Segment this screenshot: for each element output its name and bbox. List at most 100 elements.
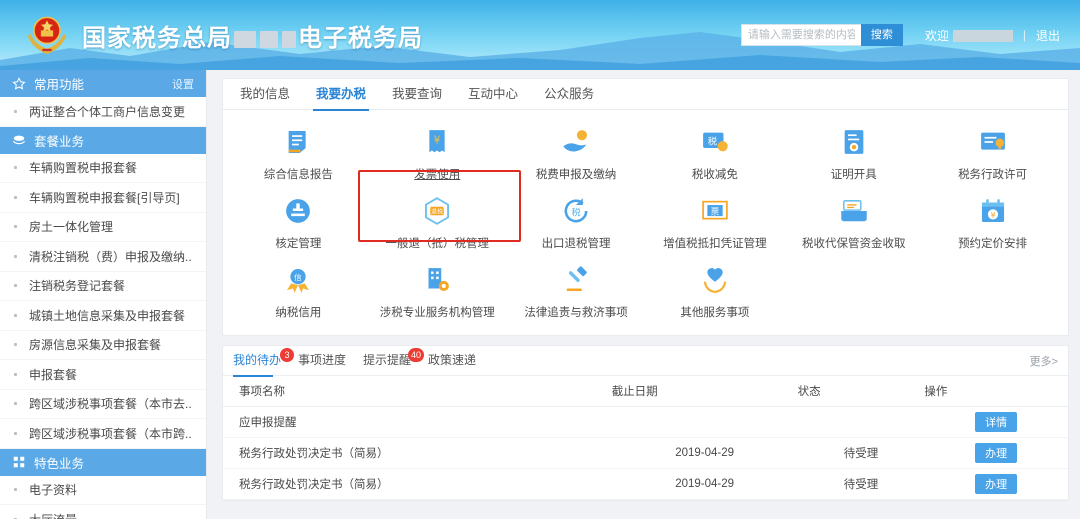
todo-tab-my-todo[interactable]: 我的待办 3 [233,346,295,377]
cell-name: 税务行政处罚决定书（简易） [223,468,612,500]
column-header-date: 截止日期 [611,376,798,407]
export-refund-icon: 税 [564,198,588,223]
sidebar-item[interactable]: 房土一体化管理 [0,212,206,242]
sidebar-item-label: 清税注销税（费）申报及缴纳.. [29,249,192,264]
service-tile-grid: 综合信息报告 ¥ 发票使用 税费申报及缴纳 税 税收减免 证明开具 税务行政许可… [223,110,1068,335]
cell-status: 待受理 [797,468,925,500]
todo-tab-policy[interactable]: 政策速递 [428,346,476,376]
welcome-label: 欢迎 [924,28,949,43]
sidebar-settings-link[interactable]: 设置 [172,76,194,92]
sidebar-item-label: 两证整合个体工商户信息变更 [29,104,186,119]
todo-tab-reminders[interactable]: 提示提醒 40 [363,346,425,376]
gavel-icon [566,266,587,292]
tile-label: 核定管理 [275,238,322,250]
page-body: 常用功能 设置 两证整合个体工商户信息变更 套餐业务 车辆购置税申报套餐 车辆购… [0,70,1080,519]
sidebar-item[interactable]: 申报套餐 [0,360,206,390]
cell-name: 应申报提醒 [223,406,612,438]
bullet-icon [14,254,17,258]
detail-button[interactable]: 详情 [975,411,1018,432]
cell-action: 办理 [924,437,1068,469]
cell-name: 税务行政处罚决定书（简易） [223,437,612,469]
main-tabs: 我的信息 我要办税 我要查询 互动中心 公众服务 [223,79,1068,111]
cell-status [797,406,925,438]
tab-tax-handling[interactable]: 我要办税 [303,79,379,111]
sidebar-item[interactable]: 清税注销税（费）申报及缴纳.. [0,242,206,272]
bullet-icon [14,195,17,199]
cell-status: 待受理 [797,437,925,469]
todo-tab-label: 政策速递 [428,352,477,367]
tile-label: 发票使用 [414,169,461,181]
tab-query[interactable]: 我要查询 [379,79,455,110]
tile-general-refund-management[interactable]: 退税 一般退（抵）税管理 [368,187,507,256]
tile-advance-pricing-arrangement[interactable]: ¥ 预约定价安排 [923,187,1062,256]
tile-invoice-usage[interactable]: ¥ 发票使用 [368,118,507,187]
header-right-group: 搜索 欢迎 | 退出 [740,24,1064,46]
bullet-icon [14,313,17,317]
sidebar-item-label: 大厅流量 [29,511,77,519]
sidebar-group-package[interactable]: 套餐业务 [0,126,206,154]
heart-hands-icon [703,268,727,294]
sidebar-item-label: 车辆购置税申报套餐[引导页] [29,190,180,205]
tile-vat-deduction-voucher[interactable]: 票 增值税抵扣凭证管理 [645,187,784,256]
welcome-text: 欢迎 [925,27,1013,44]
credit-medal-icon: 信 [287,268,310,293]
handle-button[interactable]: 办理 [975,473,1018,494]
sidebar-item[interactable]: 房源信息采集及申报套餐 [0,330,206,360]
todo-badge-count: 3 [280,347,295,362]
username-redaction-mask [952,30,1013,43]
search-input[interactable] [740,24,861,46]
tile-legal-accountability-relief[interactable]: 法律追责与救济事项 [507,256,646,325]
tile-certificate-issuance[interactable]: 证明开具 [784,118,923,187]
logout-link[interactable]: 退出 [1036,27,1060,44]
main-content: 我的信息 我要办税 我要查询 互动中心 公众服务 综合信息报告 ¥ 发票使用 税… [207,70,1080,519]
todo-badge-count: 40 [408,347,425,362]
sidebar-group-common[interactable]: 常用功能 设置 [0,70,206,97]
todo-tabs: 我的待办 3 事项进度 提示提醒 40 政策速递 更多> [223,346,1068,377]
todo-tab-label: 我的待办 [233,352,282,367]
tile-tax-administrative-license[interactable]: 税务行政许可 [923,118,1062,187]
sidebar-item[interactable]: 大厅流量 [0,505,206,519]
tile-export-tax-refund[interactable]: 税 出口退税管理 [507,187,646,256]
tile-label: 税收代保管资金收取 [801,238,906,250]
sidebar-item[interactable]: 两证整合个体工商户信息变更 [0,97,206,127]
tile-tax-declaration-payment[interactable]: 税费申报及缴纳 [507,118,646,187]
sidebar-item[interactable]: 车辆购置税申报套餐[引导页] [0,183,206,213]
sidebar-group-featured[interactable]: 特色业务 [0,448,206,476]
sidebar-item[interactable]: 注销税务登记套餐 [0,271,206,301]
tab-public-service[interactable]: 公众服务 [531,79,607,110]
bullet-icon [14,166,17,170]
tab-interaction-center[interactable]: 互动中心 [455,79,531,110]
column-header-status: 状态 [797,376,925,407]
tab-my-info[interactable]: 我的信息 [227,79,303,110]
sidebar-group-label: 常用功能 [34,78,85,92]
cell-action: 办理 [924,468,1068,500]
search-button[interactable]: 搜索 [860,24,903,46]
sidebar-item[interactable]: 城镇土地信息采集及申报套餐 [0,301,206,331]
sidebar-item[interactable]: 跨区域涉税事项套餐（本市跨.. [0,419,206,449]
tile-tax-service-agency-management[interactable]: 涉税专业服务机构管理 [368,256,507,325]
tile-tax-reduction[interactable]: 税 税收减免 [645,118,784,187]
license-card-icon [980,132,1005,150]
tile-label: 税务行政许可 [958,169,1028,181]
handle-button[interactable]: 办理 [975,442,1018,463]
tile-label: 综合信息报告 [263,169,333,181]
sidebar-item[interactable]: 车辆购置税申报套餐 [0,153,206,183]
redaction-mask-2 [260,30,278,48]
tile-comprehensive-report[interactable]: 综合信息报告 [229,118,368,187]
tile-assessment-management[interactable]: 核定管理 [229,187,368,256]
sidebar-item[interactable]: 电子资料 [0,475,206,505]
bullet-icon [14,488,17,492]
sidebar-group-label: 特色业务 [34,456,85,471]
tile-escrow-fund-collection[interactable]: 税收代保管资金收取 [784,187,923,256]
todo-tab-progress[interactable]: 事项进度 [298,346,346,376]
tile-label: 出口退税管理 [541,238,611,250]
more-link[interactable]: 更多> [1030,353,1058,369]
tile-tax-credit[interactable]: 信 纳税信用 [229,256,368,325]
bullet-icon [14,109,17,113]
sidebar-item[interactable]: 跨区域涉税事项套餐（本市去.. [0,389,206,419]
refund-hexagon-icon: 退税 [425,197,450,225]
star-icon [12,76,26,90]
tile-other-services[interactable]: 其他服务事项 [645,256,784,325]
table-row: 应申报提醒 详情 [223,406,1068,438]
vat-voucher-icon: 票 [702,200,728,220]
